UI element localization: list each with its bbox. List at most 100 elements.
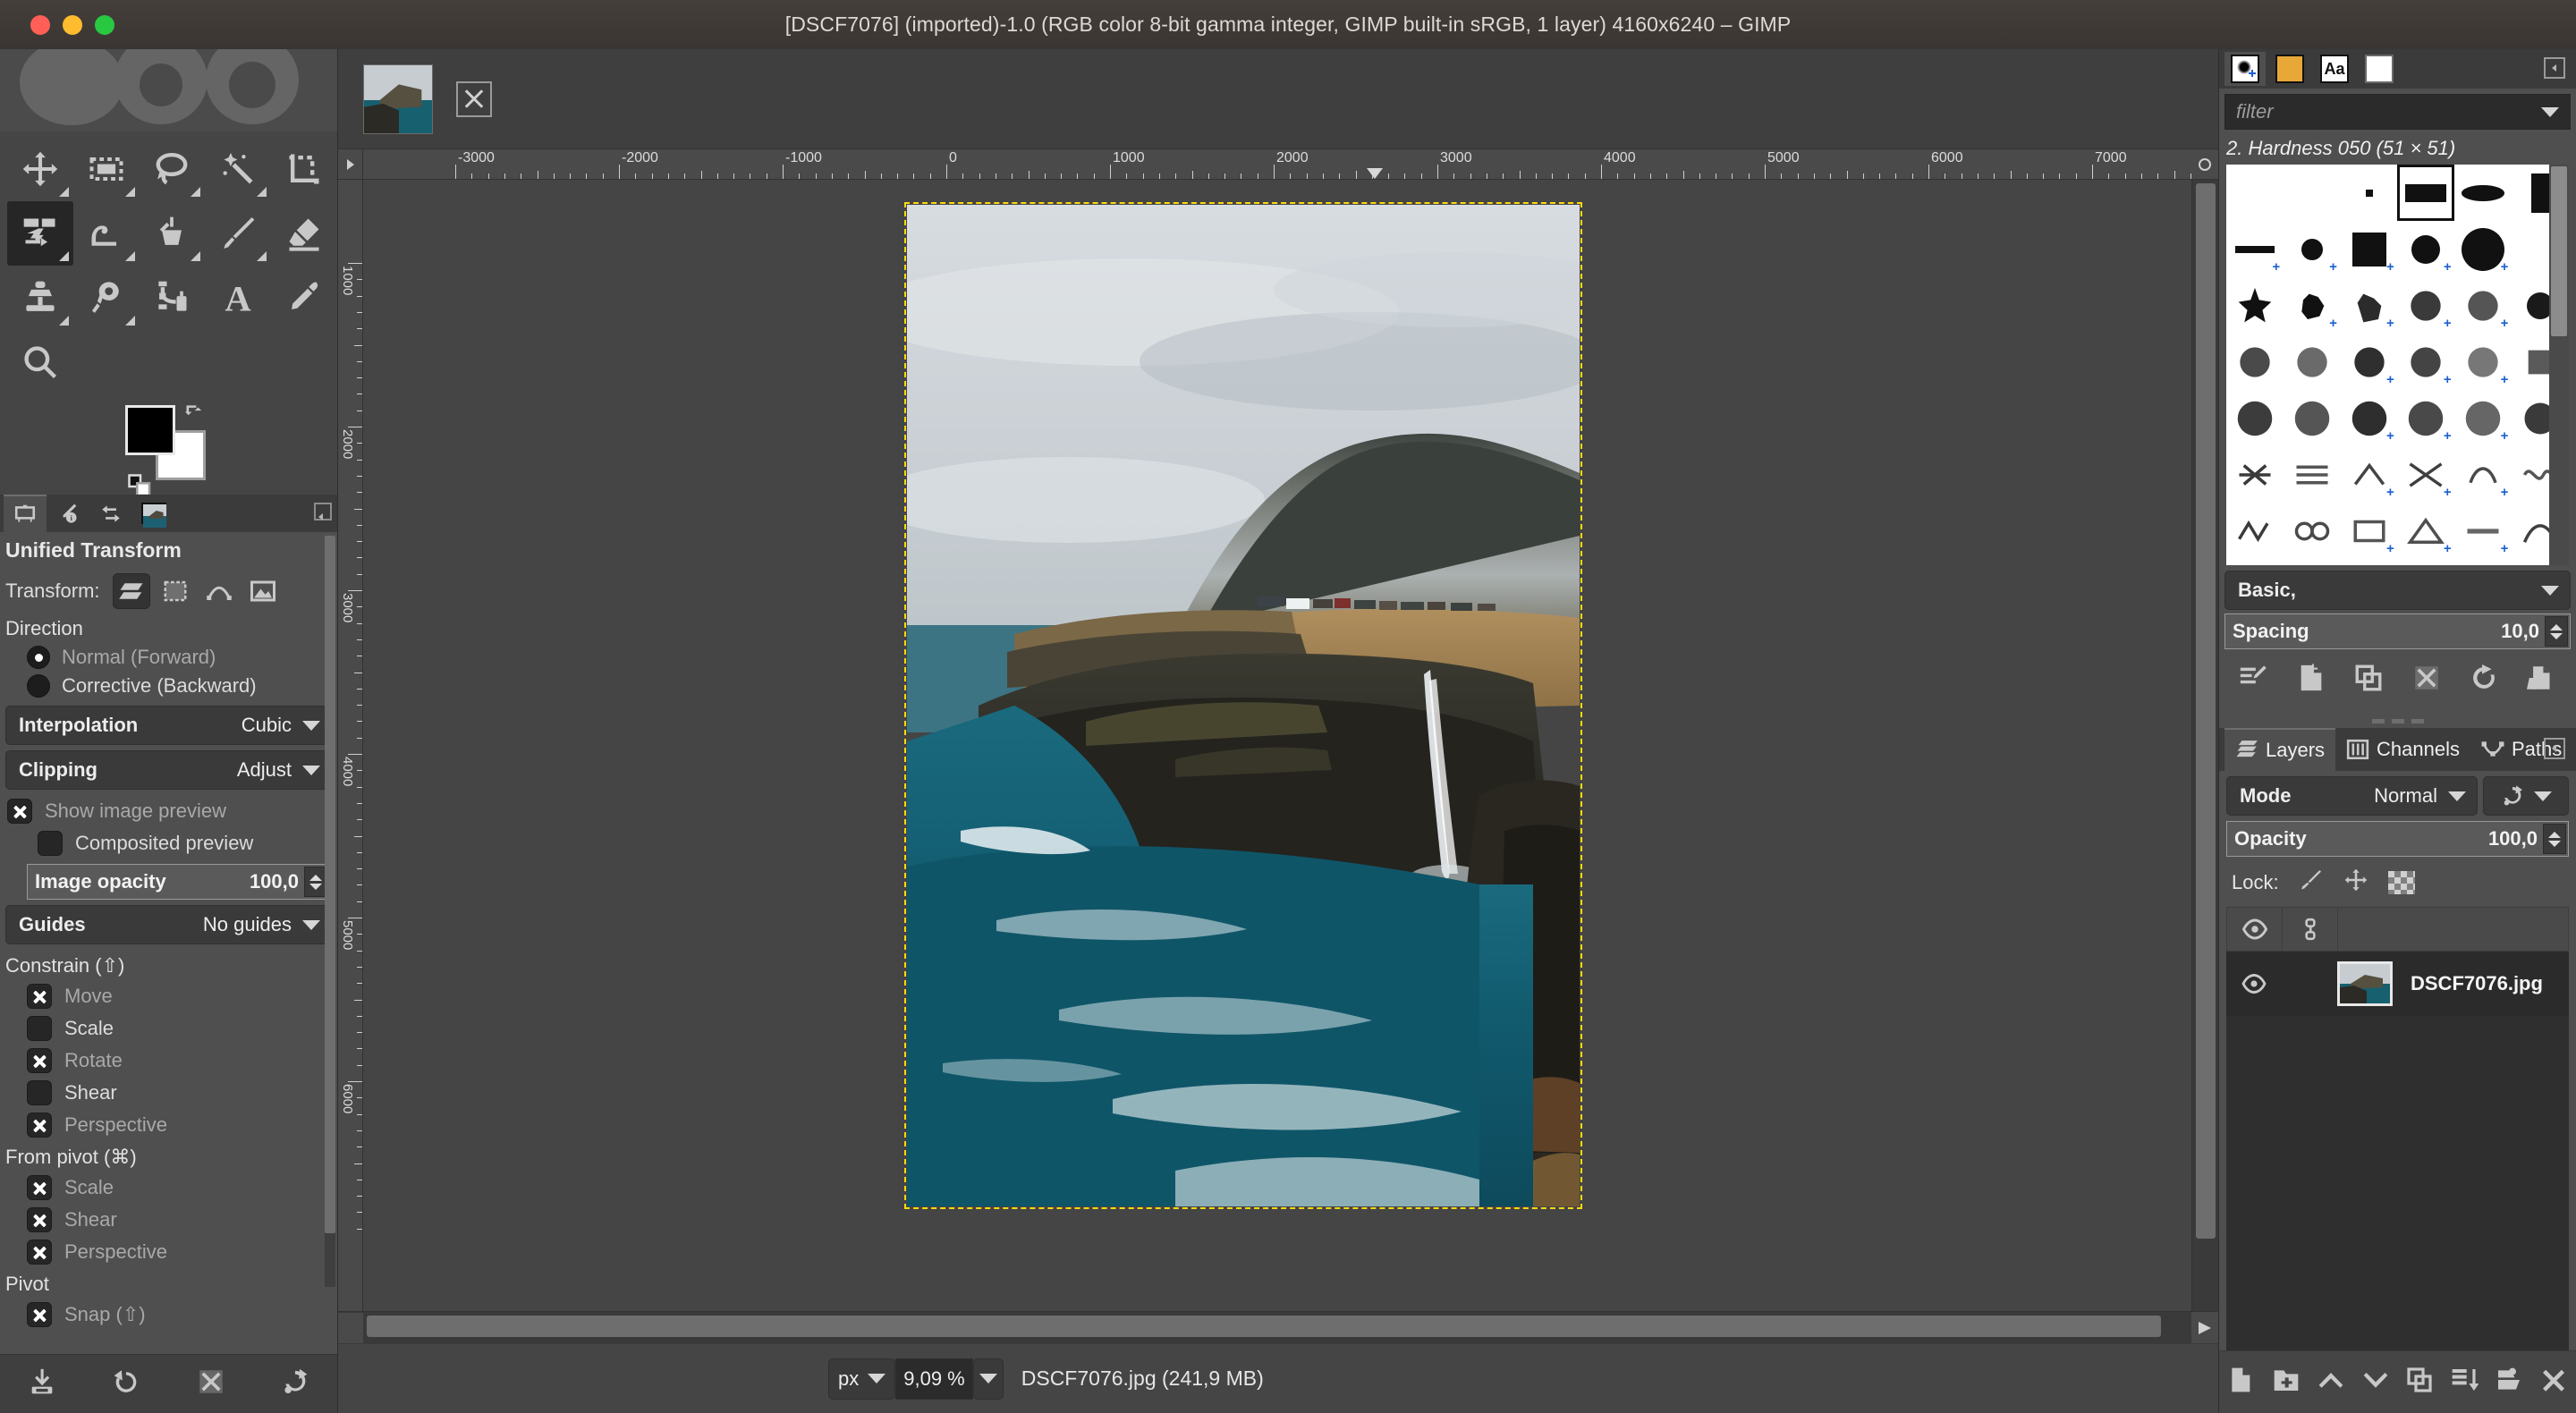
close-window-button[interactable] (30, 14, 50, 35)
crop-tool[interactable] (271, 137, 337, 201)
opacity-stepper[interactable] (2543, 824, 2566, 854)
show-image-preview-row[interactable]: Show image preview (0, 795, 337, 827)
brush-grid[interactable]: + + + + + + + + + + + + + + + + + + + + … (2226, 165, 2569, 565)
brush-item[interactable]: + (2397, 446, 2454, 503)
brush-item[interactable]: + (2341, 390, 2398, 446)
brush-item[interactable]: + (2226, 221, 2284, 277)
zoom-input[interactable]: 9,09 % (895, 1358, 973, 1400)
brush-item[interactable] (2226, 165, 2284, 221)
brush-item[interactable]: + (2454, 503, 2512, 559)
constrain-move-checkbox[interactable] (27, 984, 52, 1009)
brush-item[interactable]: + (2397, 277, 2454, 334)
direction-corrective-radio[interactable] (27, 674, 50, 698)
brush-item[interactable]: + (2397, 334, 2454, 390)
smudge-tool[interactable] (73, 266, 140, 330)
lock-position-button[interactable] (2343, 867, 2368, 898)
path-tool[interactable] (140, 266, 206, 330)
unified-transform-tool[interactable] (7, 201, 73, 266)
direction-normal-row[interactable]: Normal (Forward) (0, 643, 337, 672)
brush-item[interactable] (2226, 503, 2284, 559)
tab-images[interactable] (132, 495, 175, 532)
brush-item[interactable]: + (2341, 277, 2398, 334)
brush-item[interactable] (2341, 165, 2398, 221)
composited-preview-row[interactable]: Composited preview (0, 827, 337, 859)
restore-tool-preset-button[interactable] (111, 1366, 141, 1402)
swap-colors-icon[interactable] (179, 402, 206, 430)
brush-item[interactable] (2454, 165, 2512, 221)
brush-item[interactable]: + (2397, 390, 2454, 446)
zoom-tool[interactable] (7, 330, 73, 394)
image-tab-thumbnail[interactable] (363, 63, 433, 134)
brush-item[interactable]: + (2341, 221, 2398, 277)
tool-options-scrollbar[interactable] (325, 536, 335, 1287)
zoom-image-button[interactable] (2191, 149, 2218, 180)
brush-item[interactable] (2284, 503, 2341, 559)
brush-item-selected[interactable] (2397, 165, 2455, 221)
pivot-snap-row[interactable]: Snap (⇧) (0, 1299, 337, 1331)
brush-item[interactable]: + (2454, 446, 2512, 503)
layer-blend-space-button[interactable] (2483, 776, 2569, 816)
tab-fonts[interactable]: Aa (2314, 52, 2355, 86)
constrain-perspective-checkbox[interactable] (27, 1113, 52, 1138)
eraser-tool[interactable] (271, 201, 337, 266)
maximize-window-button[interactable] (95, 14, 114, 35)
brush-item[interactable]: + (2397, 503, 2454, 559)
delete-layer-button[interactable] (2539, 1366, 2568, 1400)
brush-item[interactable]: + (2341, 334, 2398, 390)
close-image-tab-button[interactable] (456, 80, 492, 117)
tab-brushes[interactable] (2224, 52, 2266, 86)
save-tool-preset-button[interactable] (27, 1366, 57, 1402)
image-canvas[interactable] (363, 180, 2191, 1311)
rectangle-select-tool[interactable] (73, 137, 140, 201)
zoom-combo-button[interactable] (972, 1358, 1004, 1400)
brush-item[interactable]: + (2341, 446, 2398, 503)
brush-item[interactable]: + (2397, 221, 2454, 277)
new-layer-button[interactable] (2227, 1366, 2256, 1400)
tab-tool-options[interactable] (4, 495, 47, 532)
transform-target-image[interactable] (244, 573, 282, 609)
constrain-rotate-checkbox[interactable] (27, 1048, 52, 1073)
image-opacity-spinner[interactable]: Image opacity 100,0 (27, 864, 330, 900)
transform-target-selection[interactable] (157, 573, 194, 609)
composited-preview-checkbox[interactable] (38, 831, 63, 856)
layer-opacity-spinner[interactable]: Opacity 100,0 (2226, 821, 2569, 857)
layer-list[interactable]: DSCF7076.jpg (2226, 952, 2569, 1350)
move-tool[interactable] (7, 137, 73, 201)
new-brush-button[interactable] (2296, 663, 2326, 698)
edit-brush-button[interactable] (2238, 663, 2268, 698)
minimize-window-button[interactable] (63, 14, 82, 35)
brush-item[interactable]: + (2454, 334, 2512, 390)
layer-mode-combo[interactable]: Mode Normal (2226, 776, 2478, 816)
brush-item[interactable] (2226, 390, 2284, 446)
show-image-preview-checkbox[interactable] (7, 799, 32, 824)
fuzzy-select-tool[interactable] (205, 137, 271, 201)
tab-layers[interactable]: Layers (2224, 728, 2336, 771)
brush-item[interactable] (2226, 334, 2284, 390)
tab-patterns[interactable] (2269, 52, 2310, 86)
lock-alpha-button[interactable] (2387, 871, 2415, 894)
foreground-color-swatch[interactable] (125, 405, 175, 455)
vertical-ruler[interactable]: 1000 2000 3000 4000 5000 6000 (338, 180, 363, 1311)
horizontal-ruler[interactable]: -3000 -2000 -1000 0 1000 2000 3000 4000 5000 6000… (363, 149, 2191, 180)
brush-item[interactable]: + (2454, 277, 2512, 334)
collapse-dock-icon[interactable] (2544, 57, 2565, 79)
open-brush-as-image-button[interactable] (2526, 663, 2557, 698)
brush-item[interactable]: + (2454, 221, 2512, 277)
color-picker-tool[interactable] (271, 266, 337, 330)
refresh-brushes-button[interactable] (2469, 663, 2499, 698)
brush-item[interactable] (2284, 334, 2341, 390)
pivot-snap-checkbox[interactable] (27, 1302, 52, 1327)
raise-layer-button[interactable] (2317, 1366, 2345, 1400)
image-layer-preview[interactable] (904, 202, 1582, 1209)
quickmask-toggle-button[interactable] (338, 1312, 363, 1343)
pivot-scale-checkbox[interactable] (27, 1175, 52, 1200)
delete-tool-preset-button[interactable] (196, 1366, 226, 1402)
brush-item[interactable] (2284, 165, 2341, 221)
merge-down-button[interactable] (2450, 1366, 2479, 1400)
transform-target-path[interactable] (200, 573, 238, 609)
brush-item[interactable]: + (2284, 221, 2341, 277)
brush-item[interactable]: + (2284, 277, 2341, 334)
layer-visibility-toggle[interactable] (2226, 973, 2282, 994)
brush-tag-combo[interactable]: Basic, (2224, 571, 2571, 610)
tab-channels[interactable]: Channels (2335, 728, 2470, 771)
